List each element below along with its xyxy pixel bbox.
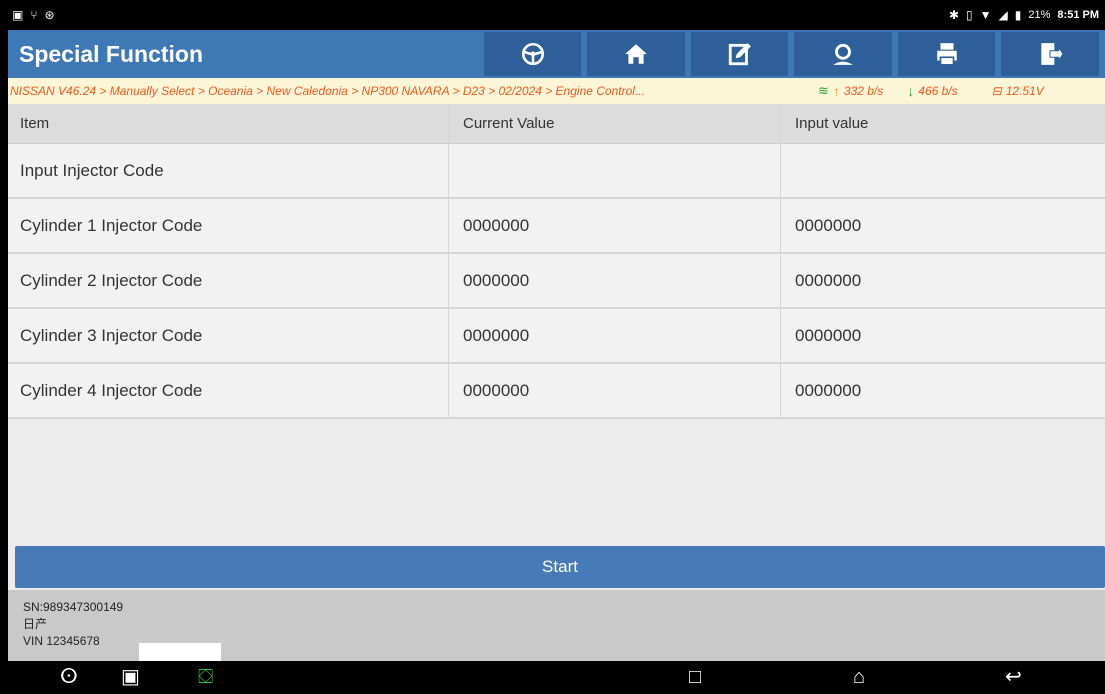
serial-number: SN:989347300149 xyxy=(23,600,124,614)
usb-icon: ⑂ xyxy=(30,8,38,22)
clock: 8:51 PM xyxy=(1057,9,1099,21)
table-row[interactable]: Cylinder 3 Injector Code 0000000 0000000 xyxy=(8,309,1105,364)
column-header-input-value: Input value xyxy=(795,115,869,132)
printer-icon xyxy=(936,43,957,66)
navigation-bar: ⵙ ▣ ⛋ □ ⌂ ↩ xyxy=(8,661,1105,694)
battery-voltage: 12.51V xyxy=(1005,84,1044,98)
table-header: Item Current Value Input value xyxy=(8,104,1105,144)
start-button[interactable]: Start xyxy=(15,546,1105,588)
battery-icon: ▮ xyxy=(1014,8,1022,22)
row-current-value xyxy=(449,144,781,197)
table-row[interactable]: Cylinder 2 Injector Code 0000000 0000000 xyxy=(8,254,1105,309)
injector-code-table: Item Current Value Input value Input Inj… xyxy=(8,104,1105,419)
table-row[interactable]: Cylinder 1 Injector Code 0000000 0000000 xyxy=(8,199,1105,254)
bluetooth-notification-icon: ⊛ xyxy=(44,8,55,22)
header-bar: Special Function xyxy=(8,30,1105,78)
gallery-notification-icon: ▣ xyxy=(12,8,24,22)
exit-button[interactable] xyxy=(1001,32,1099,76)
row-input-value[interactable]: 0000000 xyxy=(781,364,1105,417)
browser-icon[interactable]: ⵙ xyxy=(60,666,78,688)
steering-wheel-icon xyxy=(521,42,544,66)
upload-arrow-icon: ↑ xyxy=(832,83,840,99)
vibrate-icon: ▯ xyxy=(966,8,973,22)
row-item: Cylinder 2 Injector Code xyxy=(8,254,449,307)
cell-signal-icon: ◢ xyxy=(998,8,1008,22)
table-row[interactable]: Input Injector Code xyxy=(8,144,1105,199)
download-speed: 466 b/s xyxy=(918,84,958,98)
home-button[interactable] xyxy=(587,32,685,76)
wifi-signal-icon: ▼ xyxy=(979,8,992,22)
exit-icon xyxy=(1041,43,1064,65)
wifi-icon: ≋ xyxy=(818,83,829,98)
bluetooth-icon: ✱ xyxy=(948,8,960,22)
status-bar: ▣ ⑂ ⊛ ✱ ▯ ▼ ◢ ▮ 21% 8:51 PM xyxy=(8,0,1105,30)
recent-apps-icon[interactable]: □ xyxy=(689,666,701,688)
home-nav-icon[interactable]: ⌂ xyxy=(853,666,865,688)
row-input-value[interactable]: 0000000 xyxy=(781,199,1105,252)
support-button[interactable] xyxy=(794,32,892,76)
row-item: Input Injector Code xyxy=(8,144,449,197)
page-title: Special Function xyxy=(19,40,204,67)
print-button[interactable] xyxy=(897,32,996,76)
row-input-value[interactable]: 0000000 xyxy=(781,254,1105,307)
row-current-value: 0000000 xyxy=(449,254,781,307)
vin-redaction xyxy=(139,643,221,661)
battery-percent: 21% xyxy=(1028,9,1051,21)
row-item: Cylinder 1 Injector Code xyxy=(8,199,449,252)
user-support-icon xyxy=(833,43,853,65)
upload-speed: 332 b/s xyxy=(843,84,884,98)
column-header-item: Item xyxy=(8,104,449,143)
vehicle-brand: 日产 xyxy=(23,617,48,631)
row-current-value: 0000000 xyxy=(449,309,781,362)
breadcrumb-path: NISSAN V46.24 > Manually Select > Oceani… xyxy=(10,84,645,98)
column-header-current-value: Current Value xyxy=(449,104,781,143)
edit-report-icon xyxy=(728,43,751,66)
back-icon[interactable]: ↩ xyxy=(1005,666,1022,688)
gallery-icon[interactable]: ▣ xyxy=(121,666,140,688)
row-item: Cylinder 3 Injector Code xyxy=(8,309,449,362)
vci-icon[interactable]: ⛋ xyxy=(198,666,213,688)
home-icon xyxy=(625,44,647,64)
row-current-value: 0000000 xyxy=(449,364,781,417)
row-current-value: 0000000 xyxy=(449,199,781,252)
edit-report-button[interactable] xyxy=(690,32,789,76)
app-window: ▣ ⑂ ⊛ ✱ ▯ ▼ ◢ ▮ 21% 8:51 PM Special Func… xyxy=(8,0,1105,694)
battery-voltage-icon: ⊟ xyxy=(991,84,1002,98)
steering-wheel-button[interactable] xyxy=(483,32,582,76)
breadcrumb: NISSAN V46.24 > Manually Select > Oceani… xyxy=(8,78,1105,104)
row-input-value[interactable] xyxy=(781,144,1105,197)
table-row[interactable]: Cylinder 4 Injector Code 0000000 0000000 xyxy=(8,364,1105,419)
download-arrow-icon: ↓ xyxy=(907,83,915,99)
connection-stats: ≋ ↑ 332 b/s ↓ 466 b/s ⊟ 12.51V xyxy=(818,83,1044,99)
row-item: Cylinder 4 Injector Code xyxy=(8,364,449,417)
row-input-value[interactable]: 0000000 xyxy=(781,309,1105,362)
